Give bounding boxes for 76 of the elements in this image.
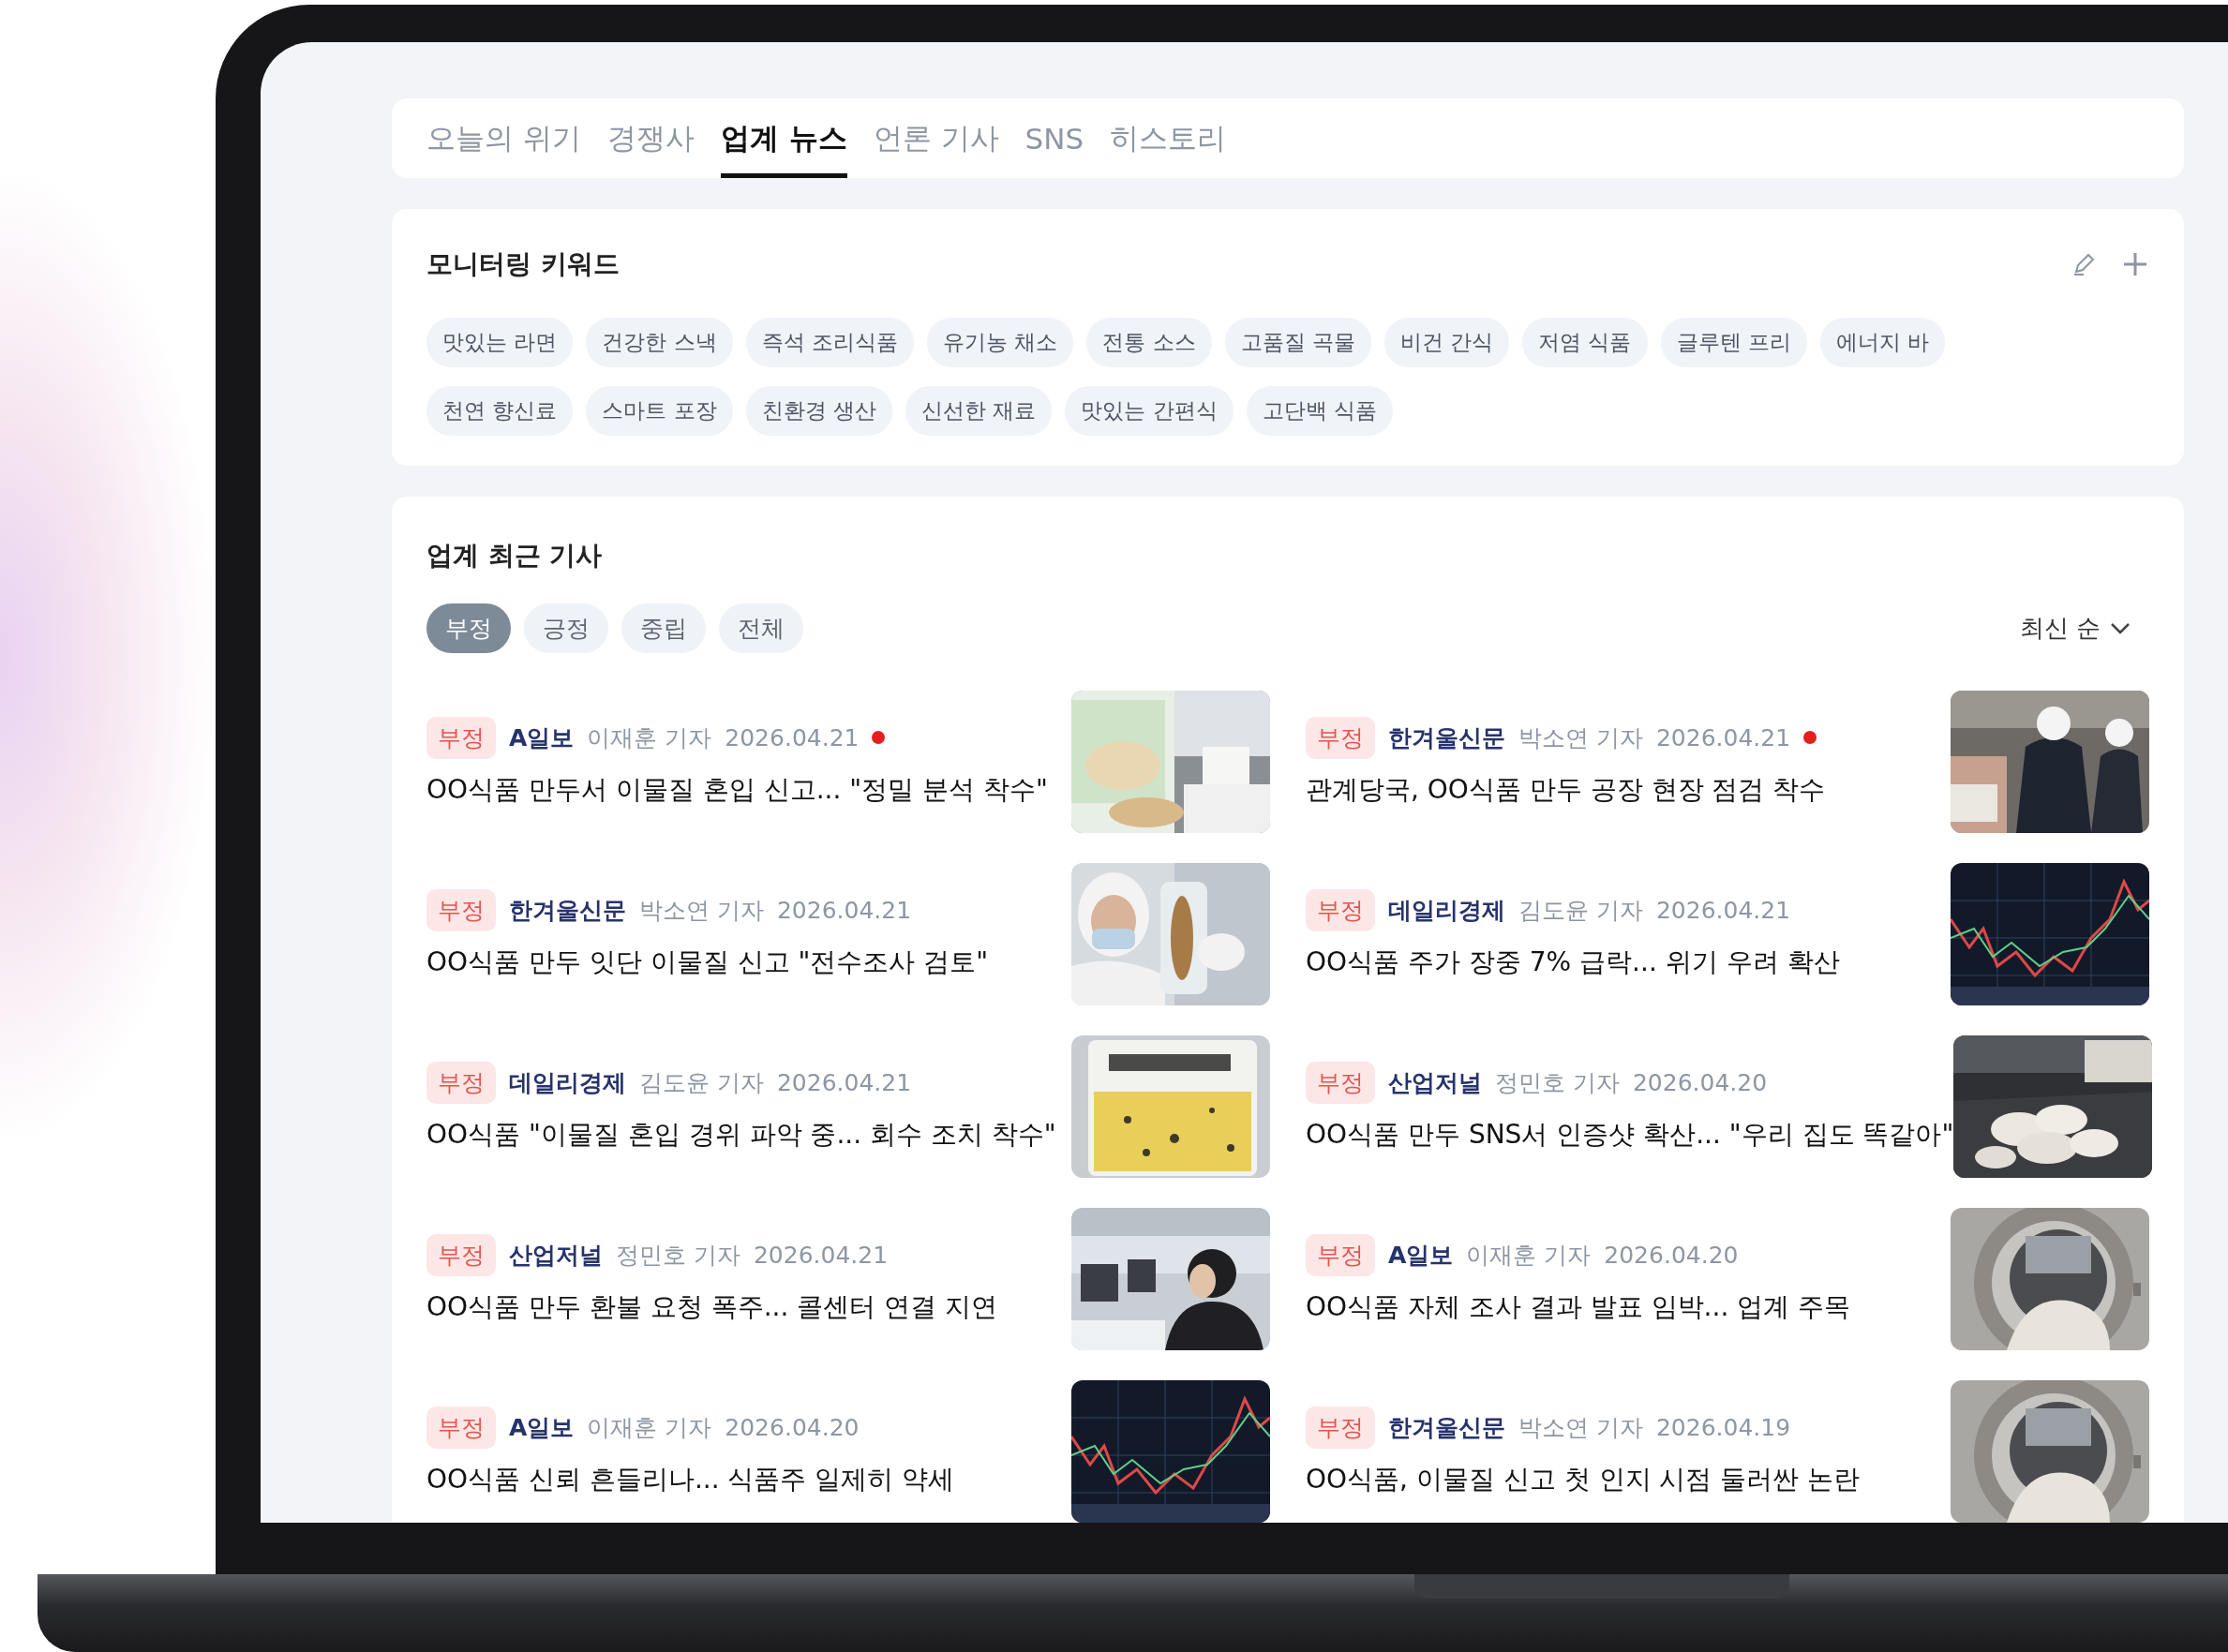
article-title[interactable]: OO식품 만두서 이물질 혼입 신고... "정밀 분석 착수": [426, 771, 1048, 808]
keyword-chip[interactable]: 친환경 생산: [745, 386, 892, 436]
keyword-chip[interactable]: 건강한 스낵: [586, 318, 733, 367]
reporter-name: 박소연 기자: [1518, 1412, 1643, 1443]
article-date: 2026.04.21: [1655, 896, 1791, 924]
source-name: 산업저널: [1388, 1067, 1482, 1098]
reporter-name: 이재훈 기자: [1466, 1240, 1592, 1271]
sort-dropdown[interactable]: 최신 순: [2019, 612, 2131, 645]
tab[interactable]: 업계 뉴스: [720, 98, 847, 178]
keyword-chip[interactable]: 고단백 식품: [1246, 386, 1393, 436]
source-name: 데일리경제: [1388, 895, 1505, 926]
sentiment-tag: 부정: [1306, 1233, 1375, 1276]
source-name: A일보: [1388, 1240, 1454, 1271]
article-date: 2026.04.21: [776, 1068, 912, 1096]
chevron-down-icon: [2110, 621, 2131, 635]
sentiment-tag: 부정: [1306, 1406, 1375, 1449]
keyword-chip[interactable]: 즉석 조리식품: [745, 318, 914, 367]
filter-chip[interactable]: 부정: [426, 603, 511, 653]
filter-chip[interactable]: 전체: [719, 603, 803, 653]
article-date: 2026.04.20: [725, 1413, 860, 1441]
source-name: 데일리경제: [509, 1067, 626, 1098]
source-name: A일보: [509, 722, 575, 753]
sentiment-tag: 부정: [426, 716, 496, 759]
keyword-chip[interactable]: 전통 소스: [1086, 318, 1212, 367]
article-date: 2026.04.21: [725, 723, 860, 752]
article-title[interactable]: OO식품 만두 SNS서 인증샷 확산... "우리 집도 똑같아": [1306, 1116, 1954, 1153]
source-name: 산업저널: [509, 1240, 603, 1271]
filter-chip[interactable]: 긍정: [524, 603, 608, 653]
article-title[interactable]: OO식품 주가 장중 7% 급락... 위기 우려 확산: [1306, 944, 1840, 980]
keyword-chip[interactable]: 맛있는 라면: [426, 318, 574, 367]
article-title[interactable]: OO식품, 이물질 신고 첫 인지 시점 둘러싼 논란: [1306, 1461, 1861, 1497]
article-date: 2026.04.21: [776, 896, 912, 924]
keyword-chip[interactable]: 맛있는 간편식: [1065, 386, 1234, 436]
reporter-name: 정민호 기자: [616, 1240, 740, 1271]
sentiment-tag: 부정: [1306, 888, 1375, 931]
sentiment-tag: 부정: [1306, 1061, 1375, 1104]
source-name: 한겨울신문: [1388, 722, 1505, 753]
add-icon[interactable]: [2121, 250, 2149, 278]
keyword-chip[interactable]: 글루텐 프리: [1660, 318, 1807, 367]
article-title[interactable]: OO식품 만두 환불 요청 폭주... 콜센터 연결 지연: [426, 1288, 998, 1325]
keyword-chip[interactable]: 에너지 바: [1819, 318, 1946, 367]
keyword-chip[interactable]: 저염 식품: [1522, 318, 1648, 367]
article-title[interactable]: OO식품 자체 조사 결과 발표 임박... 업계 주목: [1306, 1288, 1851, 1325]
reporter-name: 김도윤 기자: [639, 1067, 764, 1098]
filter-chip[interactable]: 중립: [621, 603, 706, 653]
article-title[interactable]: OO식품 만두 잇단 이물질 신고 "전수조사 검토": [426, 944, 989, 980]
sentiment-tag: 부정: [1306, 716, 1375, 759]
reporter-name: 박소연 기자: [1518, 722, 1643, 753]
reporter-name: 박소연 기자: [639, 895, 764, 926]
article-title[interactable]: OO식품 "이물질 혼입 경위 파악 중... 회수 조치 착수": [426, 1116, 1056, 1153]
keyword-chip[interactable]: 신선한 재료: [905, 386, 1053, 436]
keyword-chip[interactable]: 고품질 곡물: [1224, 318, 1371, 367]
source-name: 한겨울신문: [509, 895, 626, 926]
article-date: 2026.04.21: [1655, 723, 1791, 752]
keyword-chip[interactable]: 비건 간식: [1383, 318, 1510, 367]
reporter-name: 정민호 기자: [1495, 1067, 1620, 1098]
reporter-name: 김도윤 기자: [1518, 895, 1643, 926]
section-title: 업계 최근 기사: [426, 539, 604, 573]
article-date: 2026.04.20: [1632, 1068, 1768, 1096]
reporter-name: 이재훈 기자: [587, 1412, 712, 1443]
source-name: 한겨울신문: [1388, 1412, 1505, 1443]
sentiment-tag: 부정: [426, 888, 496, 931]
reporter-name: 이재훈 기자: [587, 722, 712, 753]
keyword-chip[interactable]: 스마트 포장: [586, 386, 733, 436]
article-date: 2026.04.21: [753, 1241, 889, 1269]
article-title[interactable]: 관계당국, OO식품 만두 공장 현장 점검 착수: [1306, 771, 1826, 808]
sentiment-tag: 부정: [426, 1233, 496, 1276]
keyword-chip[interactable]: 유기농 채소: [926, 318, 1074, 367]
sentiment-tag: 부정: [426, 1406, 496, 1449]
article-date: 2026.04.19: [1655, 1413, 1791, 1441]
keyword-chip[interactable]: 천연 향신료: [426, 386, 574, 436]
sentiment-tag: 부정: [426, 1061, 496, 1104]
source-name: A일보: [509, 1412, 575, 1443]
article-title[interactable]: OO식품 신뢰 흔들리나... 식품주 일제히 약세: [426, 1461, 955, 1497]
section-title: 모니터링 키워드: [426, 247, 620, 281]
article-date: 2026.04.20: [1604, 1241, 1739, 1269]
